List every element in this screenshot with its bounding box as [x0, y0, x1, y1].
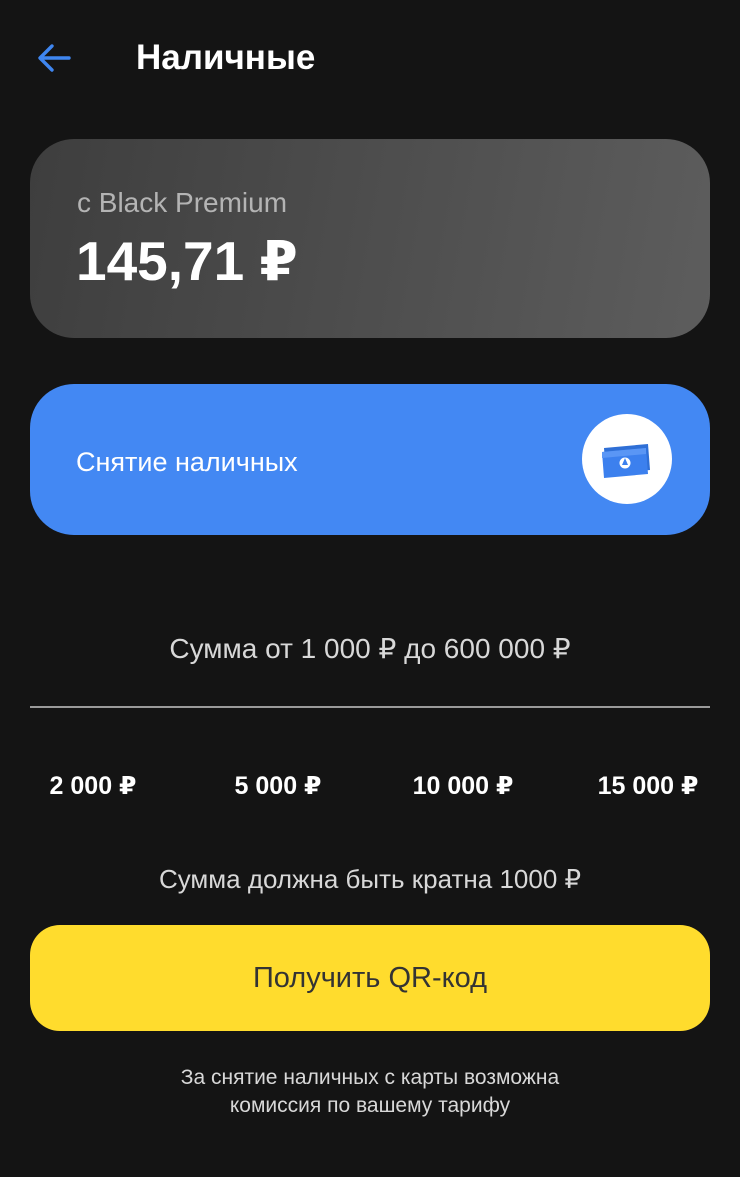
balance-amount: 145,71 ₽ — [76, 230, 298, 292]
page-title: Наличные — [136, 38, 316, 77]
withdraw-cash-card[interactable]: Снятие наличных — [30, 384, 710, 535]
arrow-left-icon — [38, 44, 71, 72]
cash-icon — [602, 444, 650, 478]
get-qr-code-button[interactable]: Получить QR-код — [30, 925, 710, 1031]
header: Наличные — [0, 0, 740, 118]
commission-note-line-1: За снятие наличных с карты возможна — [180, 1066, 560, 1089]
balance-card[interactable]: с Black Premium 145,71 ₽ — [30, 139, 710, 338]
commission-note: За снятие наличных с карты возможна коми… — [0, 1064, 740, 1120]
quick-amount-10000[interactable]: 10 000 ₽ — [378, 762, 548, 810]
back-button[interactable] — [26, 30, 82, 86]
cash-icon-badge — [582, 414, 672, 504]
quick-amount-15000[interactable]: 15 000 ₽ — [563, 762, 733, 810]
multiple-of-note: Сумма должна быть кратна 1000 ₽ — [158, 864, 582, 894]
screen: Наличные с Black Premium 145,71 ₽ Снятие… — [0, 0, 740, 1177]
balance-source-label: с Black Premium — [77, 187, 288, 218]
amount-range-hint: Сумма от 1 000 ₽ до 600 000 ₽ — [169, 633, 571, 664]
quick-amount-2000[interactable]: 2 000 ₽ — [8, 762, 178, 810]
withdraw-cash-label: Снятие наличных — [76, 447, 298, 477]
quick-amounts: 2 000 ₽ 5 000 ₽ 10 000 ₽ 15 000 ₽ — [0, 762, 740, 810]
commission-note-line-2: комиссия по вашему тарифу — [229, 1094, 511, 1117]
quick-amount-5000[interactable]: 5 000 ₽ — [193, 762, 363, 810]
get-qr-code-label: Получить QR-код — [252, 962, 488, 994]
